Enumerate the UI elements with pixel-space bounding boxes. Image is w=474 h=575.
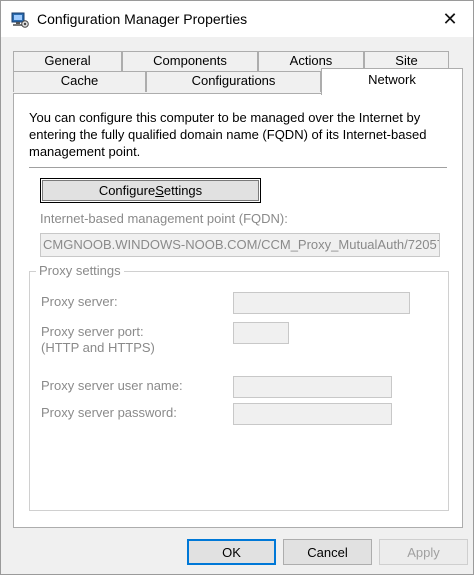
tab-cache-label: Cache	[60, 73, 99, 88]
configure-settings-mnemonic: S	[155, 183, 164, 198]
ok-button[interactable]: OK	[187, 539, 276, 565]
tab-components-label: Components	[153, 53, 227, 68]
configuration-manager-icon	[11, 12, 29, 28]
cancel-label: Cancel	[307, 544, 348, 560]
configure-settings-label-pre: Configure	[98, 183, 156, 198]
proxy-port-label-line1: Proxy server port:	[41, 324, 144, 339]
proxy-port-field[interactable]	[233, 322, 289, 344]
properties-window: Configuration Manager Properties ✕ Gener…	[0, 0, 474, 575]
tab-network-label: Network	[368, 72, 416, 87]
apply-button[interactable]: Apply	[379, 539, 468, 565]
tab-configurations[interactable]: Configurations	[146, 71, 321, 92]
tab-general[interactable]: General	[13, 51, 122, 71]
configure-settings-button[interactable]: Configure Settings	[40, 178, 261, 203]
proxy-port-label: Proxy server port: (HTTP and HTTPS)	[41, 324, 155, 356]
proxy-server-label: Proxy server:	[41, 294, 118, 309]
network-tab-panel: You can configure this computer to be ma…	[13, 93, 463, 528]
proxy-server-field[interactable]	[233, 292, 410, 314]
proxy-settings-legend: Proxy settings	[36, 263, 124, 278]
tab-configurations-label: Configurations	[191, 73, 276, 88]
fqdn-field[interactable]: CMGNOOB.WINDOWS-NOOB.COM/CCM_Proxy_Mutua…	[40, 233, 440, 257]
tab-site-label: Site	[395, 53, 418, 68]
close-button[interactable]: ✕	[427, 1, 473, 37]
apply-label: Apply	[407, 544, 440, 560]
ok-label: OK	[222, 544, 241, 560]
window-title: Configuration Manager Properties	[37, 11, 248, 27]
tab-general-label: General	[44, 53, 91, 68]
proxy-settings-group: Proxy settings Proxy server: Proxy serve…	[29, 263, 449, 511]
tab-network[interactable]: Network	[321, 68, 463, 95]
title-bar: Configuration Manager Properties ✕	[1, 1, 473, 37]
proxy-username-label: Proxy server user name:	[41, 378, 183, 393]
proxy-port-label-line2: (HTTP and HTTPS)	[41, 340, 155, 355]
separator	[29, 167, 447, 168]
proxy-username-field[interactable]	[233, 376, 392, 398]
cancel-button[interactable]: Cancel	[283, 539, 372, 565]
network-description: You can configure this computer to be ma…	[29, 110, 427, 159]
proxy-password-label: Proxy server password:	[41, 405, 177, 420]
tab-components[interactable]: Components	[122, 51, 258, 71]
proxy-password-field[interactable]	[233, 403, 392, 425]
close-icon: ✕	[442, 8, 458, 29]
configure-settings-label-post: ettings	[163, 183, 203, 198]
fqdn-label: Internet-based management point (FQDN):	[40, 211, 288, 226]
tab-cache[interactable]: Cache	[13, 71, 146, 92]
tab-actions-label: Actions	[289, 53, 333, 68]
